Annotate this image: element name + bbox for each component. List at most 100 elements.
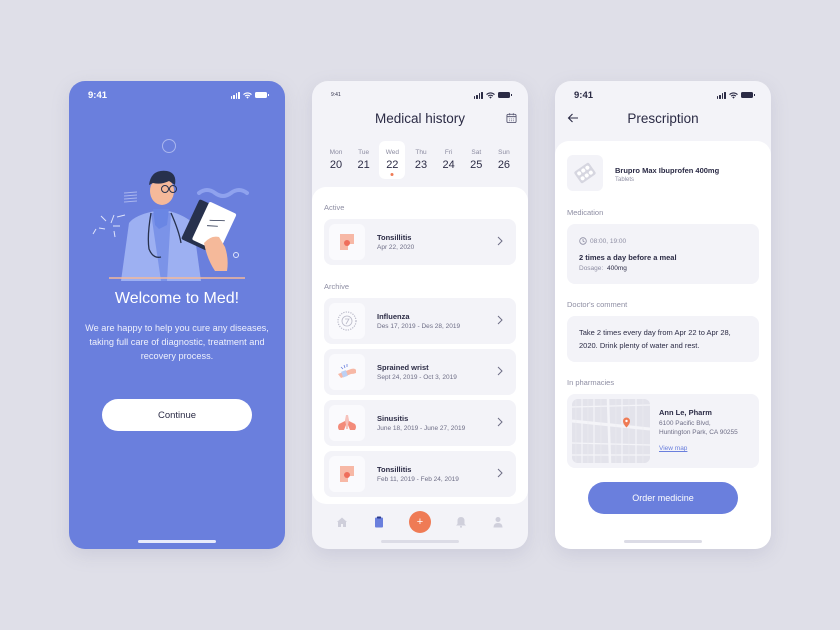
day-number: 21 — [357, 159, 370, 171]
bell-icon[interactable] — [455, 516, 467, 528]
status-time: 9:41 — [88, 89, 108, 101]
home-indicator — [138, 540, 216, 543]
medication-frequency: 2 times a day before a meal — [579, 253, 677, 262]
pharmacy-name: Ann Le, Pharm — [659, 408, 712, 417]
record-title: Tonsillitis — [377, 465, 412, 474]
event-dot — [390, 173, 394, 176]
day-sat[interactable]: Sat 25 — [464, 144, 488, 180]
medication-card: 08:00, 19:00 2 times a day before a meal… — [567, 224, 759, 284]
day-name: Sat — [471, 149, 482, 156]
virus-icon — [329, 303, 365, 339]
chevron-right-icon — [497, 468, 503, 478]
page-title: Prescription — [627, 111, 699, 126]
day-number: 23 — [414, 159, 428, 171]
dosage-label: Dosage: — [579, 265, 604, 272]
signal-icon — [716, 91, 726, 99]
clock-icon — [579, 237, 587, 245]
record-date: Feb 11, 2019 - Feb 24, 2019 — [377, 476, 459, 483]
record-item[interactable]: Sinusitis June 18, 2019 - June 27, 2019 — [324, 400, 516, 446]
throat-icon — [329, 224, 365, 260]
welcome-description: We are happy to help you cure any diseas… — [85, 323, 269, 361]
battery-icon — [741, 92, 755, 98]
chevron-right-icon — [497, 315, 503, 325]
week-strip: Mon 20 Tue 21 Wed 22 Thu 23 Fri 24 Sat 25 Sun 2… — [324, 141, 516, 182]
day-number: 22 — [386, 159, 399, 171]
status-bar: 9:41 — [555, 81, 771, 109]
record-date: Apr 22, 2020 — [377, 244, 415, 251]
pharmacies-label: In pharmacies — [567, 378, 615, 387]
sinus-icon — [329, 405, 365, 441]
view-map-link[interactable]: View map — [659, 445, 687, 452]
medication-times: 08:00, 19:00 — [579, 237, 626, 245]
signal-icon — [230, 91, 240, 99]
day-wed-selected[interactable]: Wed 22 — [379, 141, 406, 179]
day-name: Thu — [415, 149, 427, 156]
day-sun[interactable]: Sun 26 — [492, 144, 516, 180]
address-line-1: 6100 Pacific Blvd, — [659, 420, 711, 427]
user-icon[interactable] — [492, 516, 504, 528]
pharmacy-map[interactable] — [572, 399, 650, 463]
decor-sparks — [92, 214, 126, 238]
continue-button[interactable]: Continue — [102, 399, 252, 431]
day-number: 24 — [442, 159, 455, 171]
decor-lines — [123, 191, 138, 203]
record-title: Influenza — [377, 312, 410, 321]
day-fri[interactable]: Fri 24 — [437, 144, 461, 180]
day-name: Sun — [498, 149, 510, 156]
times-text: 08:00, 19:00 — [590, 237, 627, 245]
wifi-icon — [486, 91, 495, 99]
home-indicator — [381, 540, 459, 543]
chevron-right-icon — [497, 417, 503, 427]
status-bar: 9:41 — [69, 81, 285, 109]
record-item[interactable]: Influenza Des 17, 2019 - Des 28, 2019 — [324, 298, 516, 344]
day-name: Mon — [329, 149, 343, 156]
wifi-icon — [729, 91, 738, 99]
doctor-comment-card: Take 2 times every day from Apr 22 to Ap… — [567, 316, 759, 362]
battery-icon — [498, 92, 512, 98]
prescription-screen: 9:41 Prescription Brupro Max Ibuprofen 4… — [555, 81, 771, 549]
prescription-panel: Brupro Max Ibuprofen 400mg Tablets Medic… — [555, 141, 771, 549]
pharmacy-card[interactable]: Ann Le, Pharm 6100 Pacific Blvd, Hunting… — [567, 394, 759, 468]
chevron-right-icon — [497, 236, 503, 246]
day-number: 26 — [497, 159, 511, 171]
address-line-2: Huntington Park, CA 90255 — [659, 429, 738, 436]
day-name: Tue — [358, 149, 370, 156]
record-item[interactable]: Sprained wrist Sept 24, 2019 - Oct 3, 20… — [324, 349, 516, 395]
record-title: Sinusitis — [377, 414, 409, 423]
throat-icon — [329, 456, 365, 492]
system-icons — [716, 91, 755, 99]
archive-section-label: Archive — [324, 282, 350, 291]
clipboard-icon[interactable] — [373, 516, 385, 528]
tab-bar: + — [312, 507, 528, 537]
home-icon[interactable] — [336, 516, 348, 528]
home-indicator — [624, 540, 702, 543]
decor-small-circle — [233, 252, 239, 258]
add-record-button[interactable]: + — [408, 511, 431, 533]
decor-circle — [162, 139, 176, 153]
status-time: 9:41 — [574, 89, 594, 101]
day-tue[interactable]: Tue 21 — [352, 144, 376, 180]
medication-dosage: Dosage: 400mg — [579, 265, 627, 272]
record-item[interactable]: Tonsillitis Feb 11, 2019 - Feb 24, 2019 — [324, 451, 516, 497]
record-title: Tonsillitis — [377, 233, 412, 242]
day-number: 20 — [329, 159, 343, 171]
page-title: Medical history — [374, 111, 466, 126]
system-icons — [473, 91, 512, 99]
pharmacy-address: 6100 Pacific Blvd, Huntington Park, CA 9… — [659, 419, 738, 437]
doctor-illustration — [92, 139, 249, 281]
calendar-icon[interactable] — [506, 112, 517, 124]
day-mon[interactable]: Mon 20 — [324, 144, 348, 180]
doctor-comment-text: Take 2 times every day from Apr 22 to Ap… — [579, 328, 731, 350]
day-name: Fri — [444, 149, 453, 156]
day-thu[interactable]: Thu 23 — [409, 144, 433, 180]
medication-label: Medication — [567, 208, 604, 217]
order-medicine-button[interactable]: Order medicine — [588, 482, 738, 514]
day-name: Wed — [385, 149, 399, 156]
dosage-value: 400mg — [607, 265, 627, 272]
chevron-right-icon — [497, 366, 503, 376]
record-item[interactable]: Tonsillitis Apr 22, 2020 — [324, 219, 516, 265]
wifi-icon — [243, 91, 252, 99]
pills-icon — [567, 155, 603, 191]
drug-name: Brupro Max Ibuprofen 400mg — [615, 166, 720, 175]
active-section-label: Active — [324, 203, 345, 212]
